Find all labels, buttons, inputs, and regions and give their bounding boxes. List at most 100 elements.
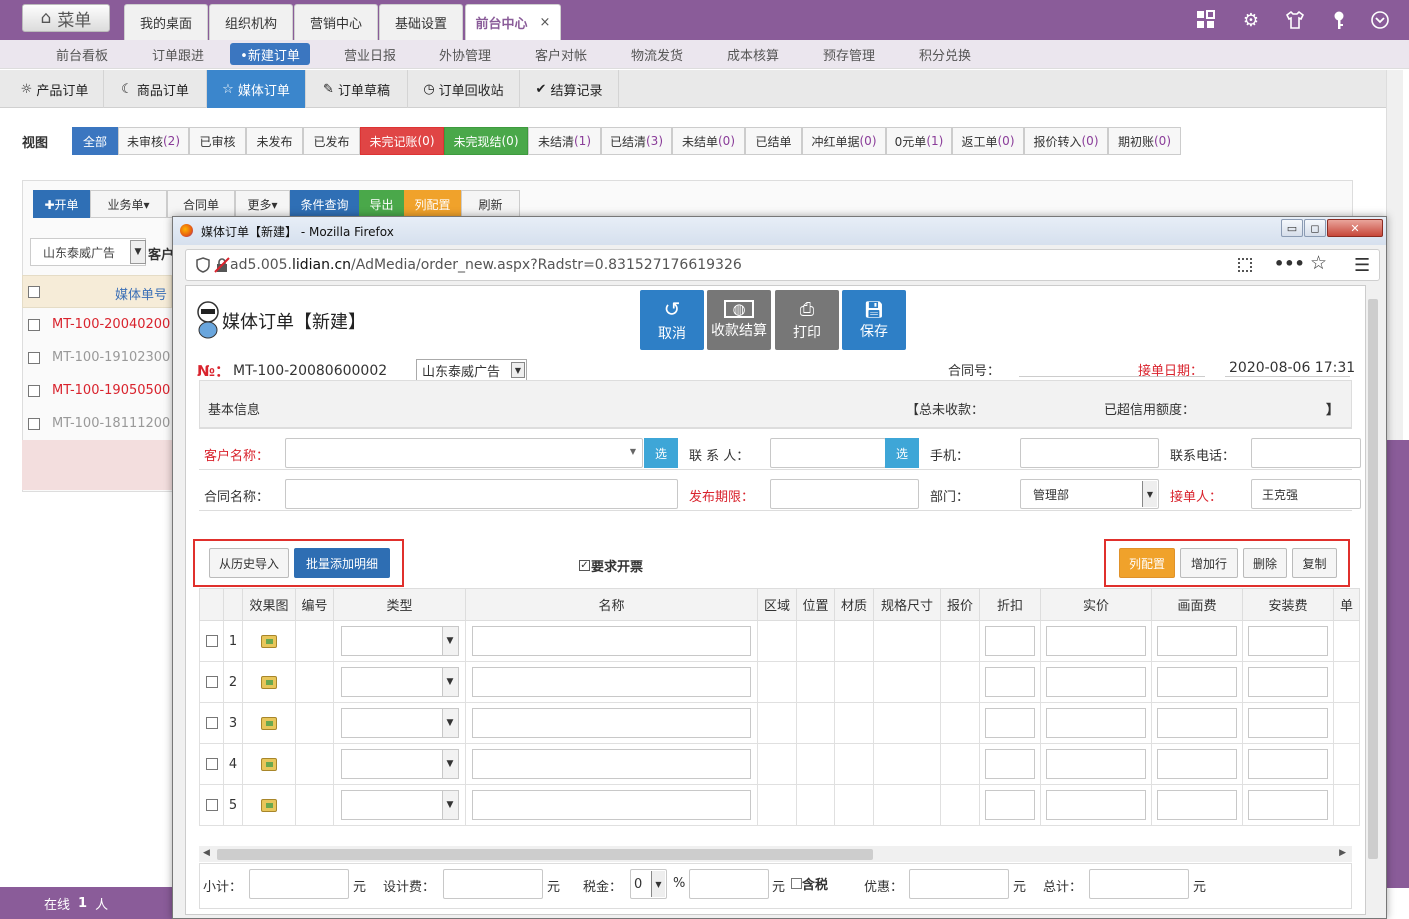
discount-input[interactable] xyxy=(979,620,1041,662)
image-folder-icon[interactable] xyxy=(242,784,296,826)
print-button[interactable]: ⎙ 打印 xyxy=(775,290,839,350)
filter-unfinished-cash[interactable]: 未完现结 (0) xyxy=(444,127,528,155)
tab-order-draft[interactable]: ✎ 订单草稿 xyxy=(306,70,408,108)
chevron-down-icon[interactable] xyxy=(1369,9,1391,31)
row-checkbox[interactable] xyxy=(199,702,224,744)
import-history-button[interactable]: 从历史导入 xyxy=(209,548,289,578)
tab-my-desktop[interactable]: 我的桌面 xyxy=(124,4,208,40)
nav-customer-reconcile[interactable]: 客户对帐 xyxy=(521,43,601,65)
cancel-button[interactable]: ↺ 取消 xyxy=(640,290,704,350)
new-order-button[interactable]: ✚开单 xyxy=(33,190,90,218)
design-fee-input[interactable] xyxy=(1151,743,1243,785)
tab-basic-settings[interactable]: 基础设置 xyxy=(379,4,463,40)
nav-points[interactable]: 积分兑换 xyxy=(905,43,985,65)
row-checkbox[interactable] xyxy=(28,383,40,398)
chevron-down-icon[interactable]: ▼ xyxy=(130,240,146,264)
image-folder-icon[interactable] xyxy=(242,743,296,785)
tax-amount-input[interactable] xyxy=(689,869,769,899)
export-button[interactable]: 导出 xyxy=(359,190,404,218)
add-row-button[interactable]: 增加行 xyxy=(1180,548,1238,578)
contact-input[interactable] xyxy=(770,438,886,468)
condition-query-button[interactable]: 条件查询 xyxy=(290,190,359,218)
select-customer-button[interactable]: 选 xyxy=(644,438,678,468)
filter-published[interactable]: 已发布 xyxy=(303,127,360,155)
delete-button[interactable]: 删除 xyxy=(1243,548,1287,578)
price-input[interactable] xyxy=(1040,784,1152,826)
business-doc-button[interactable]: 业务单▾ xyxy=(90,190,167,218)
design-fee-input[interactable] xyxy=(1151,702,1243,744)
filter-quote-import[interactable]: 报价转入 (0) xyxy=(1024,127,1108,155)
design-fee-input[interactable] xyxy=(1151,661,1243,703)
tax-included-checkbox[interactable]: 含税 xyxy=(791,874,828,893)
name-input[interactable] xyxy=(465,661,758,703)
row-checkbox[interactable] xyxy=(199,661,224,703)
price-input[interactable] xyxy=(1040,743,1152,785)
name-input[interactable] xyxy=(465,702,758,744)
total-input[interactable] xyxy=(1089,869,1189,899)
filter-red-reversal[interactable]: 冲红单据 (0) xyxy=(802,127,886,155)
row-checkbox[interactable] xyxy=(28,350,40,365)
filter-unfinished-account[interactable]: 未完记账 (0) xyxy=(360,127,444,155)
tab-marketing[interactable]: 营销中心 xyxy=(294,4,378,40)
row-checkbox[interactable] xyxy=(28,416,40,431)
name-input[interactable] xyxy=(465,784,758,826)
filter-settled[interactable]: 已结清 (3) xyxy=(601,127,672,155)
tab-front-center[interactable]: 前台中心 × xyxy=(465,4,561,40)
discount-input[interactable] xyxy=(979,661,1041,703)
scroll-right-icon[interactable]: ▶ xyxy=(1339,848,1346,858)
scroll-left-icon[interactable]: ◀ xyxy=(203,848,210,858)
invoice-checkbox[interactable]: ✓ 要求开票 xyxy=(579,556,643,575)
image-folder-icon[interactable] xyxy=(242,702,296,744)
order-date-value[interactable]: 2020-08-06 17:31 xyxy=(1229,360,1355,376)
price-input[interactable] xyxy=(1040,661,1152,703)
nav-front-dashboard[interactable]: 前台看板 xyxy=(42,43,122,65)
type-select[interactable]: ▼ xyxy=(333,743,466,785)
list-item[interactable]: MT-100-19050500 xyxy=(52,383,170,398)
column-config-button[interactable]: 列配置 xyxy=(404,190,461,218)
list-item[interactable]: MT-100-18111200 xyxy=(52,416,170,431)
install-fee-input[interactable] xyxy=(1242,620,1334,662)
grid-icon[interactable] xyxy=(1195,9,1217,31)
batch-add-button[interactable]: 批量添加明细 xyxy=(294,548,390,578)
more-button[interactable]: 更多▾ xyxy=(235,190,290,218)
close-window-button[interactable]: ✕ xyxy=(1327,219,1383,237)
customer-name-input[interactable]: ▼ xyxy=(285,438,643,468)
popup-scroll-thumb[interactable] xyxy=(1368,299,1378,859)
price-input[interactable] xyxy=(1040,702,1152,744)
image-folder-icon[interactable] xyxy=(242,661,296,703)
shirt-icon[interactable] xyxy=(1284,9,1306,31)
filter-unclosed[interactable]: 未结单 (0) xyxy=(672,127,745,155)
nav-new-order[interactable]: •新建订单 xyxy=(230,43,310,65)
filter-unreviewed[interactable]: 未审核 (2) xyxy=(118,127,189,155)
column-config-button[interactable]: 列配置 xyxy=(1119,548,1175,578)
close-icon[interactable]: × xyxy=(540,15,551,30)
company-dropdown[interactable]: 山东泰威广告 ▼ xyxy=(416,359,527,381)
tab-organization[interactable]: 组织机构 xyxy=(209,4,293,40)
tab-settle-records[interactable]: ✔ 结算记录 xyxy=(520,70,619,108)
nav-logistics[interactable]: 物流发货 xyxy=(617,43,697,65)
key-icon[interactable] xyxy=(1328,9,1350,31)
table-horizontal-scrollbar[interactable]: ◀ ▶ xyxy=(199,846,1352,862)
install-fee-input[interactable] xyxy=(1242,702,1334,744)
type-select[interactable]: ▼ xyxy=(333,784,466,826)
refresh-button[interactable]: 刷新 xyxy=(461,190,520,218)
nav-prepaid[interactable]: 预存管理 xyxy=(809,43,889,65)
type-select[interactable]: ▼ xyxy=(333,661,466,703)
scroll-thumb[interactable] xyxy=(217,849,873,860)
select-all-checkbox[interactable] xyxy=(28,284,40,299)
list-item[interactable]: MT-100-20040200 xyxy=(52,317,170,332)
mobile-input[interactable] xyxy=(1020,438,1159,468)
nav-daily-report[interactable]: 营业日报 xyxy=(330,43,410,65)
row-checkbox[interactable] xyxy=(28,317,40,332)
install-fee-input[interactable] xyxy=(1242,743,1334,785)
tax-rate-select[interactable]: 0 ▼ xyxy=(630,869,667,899)
select-contact-button[interactable]: 选 xyxy=(885,438,919,468)
design-fee-input[interactable] xyxy=(1151,784,1243,826)
subtotal-input[interactable] xyxy=(249,869,349,899)
address-bar[interactable]: ad5.005. lidian.cn/AdMedia/order_new.aspx… xyxy=(185,249,1380,281)
save-button[interactable]: 💾︎ 保存 xyxy=(842,290,906,350)
nav-order-followup[interactable]: 订单跟进 xyxy=(138,43,218,65)
popup-vertical-scrollbar[interactable] xyxy=(1366,285,1380,915)
list-item[interactable]: MT-100-19102300 xyxy=(52,350,170,365)
filter-rework[interactable]: 返工单 (0) xyxy=(952,127,1024,155)
